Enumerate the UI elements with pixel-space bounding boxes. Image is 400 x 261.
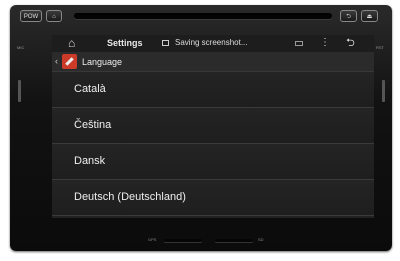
right-side-indicator — [382, 80, 385, 102]
sd-card-slot — [215, 239, 253, 242]
left-side-indicator — [18, 80, 21, 102]
hardware-top-bar: POW ⌂ ⮌ ⏏ — [10, 5, 392, 27]
notification-text: Saving screenshot... — [175, 38, 248, 47]
overflow-menu-icon[interactable]: ⋮ — [320, 37, 330, 49]
eject-icon: ⏏ — [366, 14, 373, 20]
mic-label: MIC — [17, 45, 25, 50]
settings-wrench-icon[interactable] — [62, 54, 77, 69]
hardware-bottom-bar: GPS SD — [10, 231, 392, 251]
status-title: Settings — [107, 38, 143, 48]
gps-label: GPS — [148, 237, 157, 242]
hardware-back-button[interactable]: ⮌ — [340, 10, 357, 22]
list-item[interactable]: Català — [52, 72, 374, 108]
language-label: Català — [74, 83, 106, 95]
status-bar: ⌂ Settings Saving screenshot... ⋮ ⮌ — [52, 35, 374, 52]
language-label: Dansk — [74, 155, 106, 167]
screenshot-icon — [162, 40, 169, 46]
list-item[interactable]: Deutsch (Deutschland) — [52, 180, 374, 216]
language-label: Čeština — [74, 119, 112, 131]
back-arrow-icon[interactable]: ⮌ — [346, 37, 355, 49]
power-button[interactable]: POW — [20, 10, 42, 22]
gps-slot — [164, 239, 202, 242]
page-title: Language — [82, 57, 123, 67]
reset-label: RST — [376, 45, 384, 50]
hardware-home-button[interactable]: ⌂ — [46, 10, 62, 22]
chevron-left-icon[interactable]: ‹ — [55, 56, 58, 66]
back-icon: ⮌ — [346, 14, 351, 20]
sd-label: SD — [258, 237, 264, 242]
list-item[interactable]: Dansk — [52, 144, 374, 180]
action-bar: ‹ Language — [52, 52, 374, 72]
language-list: Català Čeština Dansk Deutsch (Deutschlan… — [52, 72, 374, 216]
touch-screen: ⌂ Settings Saving screenshot... ⋮ ⮌ ‹ La… — [52, 35, 374, 218]
list-item[interactable]: Čeština — [52, 108, 374, 144]
eject-button[interactable]: ⏏ — [361, 10, 378, 22]
car-head-unit: POW ⌂ ⮌ ⏏ MIC RST ⌂ Settings Saving scre… — [10, 5, 392, 251]
home-icon: ⌂ — [52, 14, 56, 20]
home-outline-icon[interactable]: ⌂ — [68, 37, 75, 50]
disc-slot — [74, 13, 332, 19]
language-label: Deutsch (Deutschland) — [74, 191, 186, 203]
cast-icon[interactable] — [295, 41, 303, 46]
